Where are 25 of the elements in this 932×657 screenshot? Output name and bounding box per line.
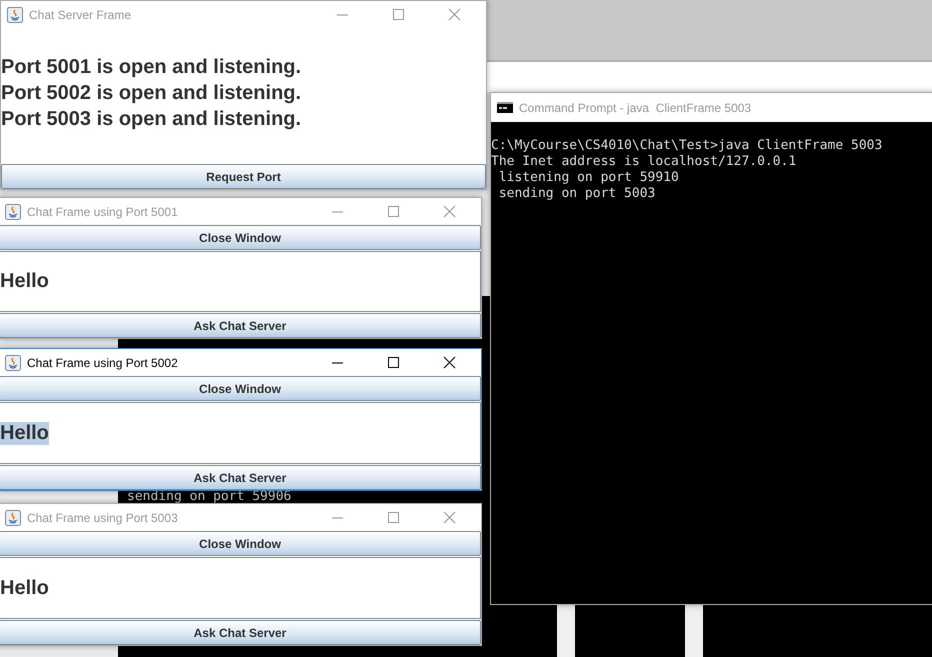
- window-title: Chat Frame using Port 5001: [27, 204, 179, 218]
- message-field[interactable]: Hello: [0, 402, 481, 464]
- ask-server-button[interactable]: Ask Chat Server: [0, 465, 481, 490]
- status-text: Port 5001 is open and listening.: [1, 55, 302, 80]
- console-text: C:\MyCourse\CS4010\Chat\Test>java ClientFrame 5003: [491, 138, 884, 154]
- status-text: Port 5002 is open and listening.: [1, 81, 302, 106]
- message-text: Hello: [0, 422, 49, 444]
- status-text: Port 5003 is open and listening.: [1, 107, 302, 132]
- message-text: Hello: [0, 270, 49, 293]
- window-title: Command Prompt - java ClientFrame 5003: [519, 100, 752, 114]
- ask-server-button[interactable]: Ask Chat Server: [0, 620, 481, 645]
- console-text: The Inet address is localhost/127.0.0.1: [491, 154, 798, 170]
- message-field[interactable]: Hello: [0, 557, 481, 619]
- message-field[interactable]: Hello: [0, 251, 481, 312]
- console-text: sending on port 5003: [498, 186, 656, 202]
- window-title: Chat Frame using Port 5002: [27, 356, 179, 370]
- console-text: listening on port 59910: [498, 170, 680, 186]
- close-window-button[interactable]: Close Window: [0, 376, 481, 401]
- close-window-button[interactable]: Close Window: [0, 531, 481, 556]
- message-text: Hello: [0, 576, 49, 600]
- window-title: Chat Frame using Port 5003: [27, 510, 179, 524]
- close-window-button[interactable]: Close Window: [0, 225, 481, 250]
- window-title: Chat Server Frame: [29, 8, 132, 22]
- ask-server-button[interactable]: Ask Chat Server: [0, 313, 481, 338]
- request-port-button[interactable]: Request Port: [1, 164, 486, 189]
